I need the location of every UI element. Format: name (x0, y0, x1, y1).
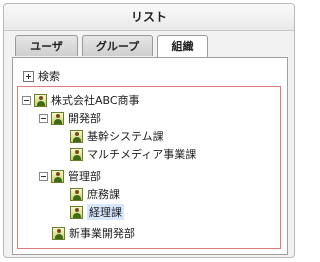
tree-node-label: 管理部 (68, 170, 101, 183)
collapse-toggle-icon[interactable] (39, 113, 48, 123)
tree-node-label: 庶務課 (87, 188, 120, 201)
tree-node-dept[interactable]: 新事業開発部 (52, 224, 135, 242)
organization-icon (70, 187, 83, 201)
organization-icon (70, 147, 83, 161)
plus-icon (23, 70, 34, 82)
organization-icon (51, 111, 64, 125)
organization-icon (52, 226, 65, 240)
tree-node-label: 新事業開発部 (69, 227, 135, 240)
tree-node-label: 開発部 (68, 112, 101, 125)
tree-node-label: 基幹システム課 (87, 130, 164, 143)
tab-bar: ユーザ グループ 組織 (15, 35, 208, 57)
tree-node-section[interactable]: 庶務課 (70, 185, 120, 203)
organization-icon (70, 129, 83, 143)
collapse-toggle-icon[interactable] (39, 171, 48, 181)
search-label: 検索 (38, 70, 60, 83)
panel-title: リスト (4, 4, 294, 31)
organization-icon (51, 169, 64, 183)
tab-users[interactable]: ユーザ (15, 35, 78, 56)
org-tree: 株式会社ABC商事 開発部 基幹システム課 マルチメディア事業課 管理部 庶務課… (17, 86, 281, 249)
tree-node-dept[interactable]: 開発部 (39, 109, 101, 127)
tree-node-section[interactable]: 基幹システム課 (70, 127, 164, 145)
tree-node-label: マルチメディア事業課 (87, 148, 197, 161)
tab-organization[interactable]: 組織 (157, 35, 208, 57)
organization-icon (34, 93, 47, 107)
tab-content: 検索 株式会社ABC商事 開発部 基幹システム課 マルチメディア事業課 管理部 … (12, 57, 288, 255)
organization-icon (70, 205, 83, 219)
tree-node-label: 経理課 (87, 204, 124, 220)
collapse-toggle-icon[interactable] (22, 95, 31, 105)
list-panel: リスト ユーザ グループ 組織 検索 株式会社ABC商事 開発部 基幹システム課 (3, 3, 295, 258)
tree-node-section-selected[interactable]: 経理課 (70, 203, 124, 221)
tree-node-dept[interactable]: 管理部 (39, 167, 101, 185)
tree-node-root[interactable]: 株式会社ABC商事 (22, 91, 140, 109)
tab-groups[interactable]: グループ (82, 35, 153, 56)
tree-node-label: 株式会社ABC商事 (51, 94, 140, 107)
tree-node-section[interactable]: マルチメディア事業課 (70, 145, 196, 163)
search-button[interactable]: 検索 (23, 68, 60, 84)
